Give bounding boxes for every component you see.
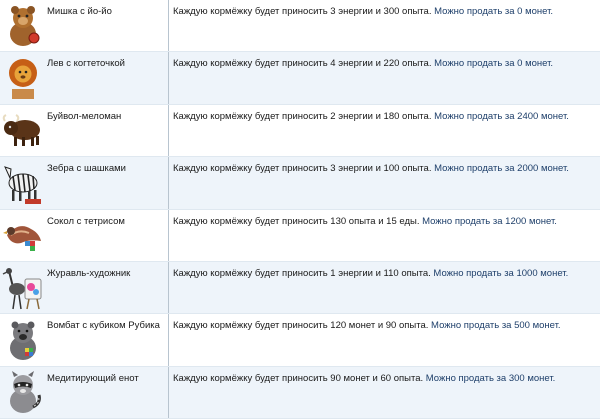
table-row: Сокол с тетрисом Каждую кормёжку будет п… [0,209,600,262]
animal-name: Мишка с йо-йо [45,0,169,52]
table-row: Лев с когтеточкой Каждую кормёжку будет … [0,52,600,105]
description-effect: Каждую кормёжку будет приносить 120 моне… [173,320,429,332]
animal-name: Вомбат с кубиком Рубика [45,314,169,366]
table-row: Вомбат с кубиком Рубика Каждую кормёжку … [0,314,600,367]
description-effect: Каждую кормёжку будет приносить 130 опыт… [173,215,420,227]
animal-name: Зебра с шашками [45,157,169,209]
bear-yoyo-icon [0,0,45,51]
animal-name: Буйвол-меломан [45,104,169,157]
animal-name: Сокол с тетрисом [45,209,169,261]
animal-name: Медитирующий енот [45,366,169,418]
description-price: Можно продать за 1200 монет. [419,215,557,227]
description-price: Можно продать за 0 монет. [431,58,554,70]
table-row: Мишка с йо-йо Каждую кормёжку будет прин… [0,0,600,53]
animal-description: Каждую кормёжку будет приносить 130 опыт… [169,210,600,261]
animal-description: Каждую кормёжку будет приносить 120 моне… [169,314,600,365]
table-row: Журавль-художник Каждую кормёжку будет п… [0,261,600,315]
animals-table: Мишка с йо-йо Каждую кормёжку будет прин… [0,0,600,419]
animal-description: Каждую кормёжку будет приносить 4 энерги… [169,52,600,103]
raccoon-icon [0,367,45,418]
description-price: Можно продать за 2400 монет. [431,110,569,122]
lion-scratcher-icon [0,52,45,103]
animal-description: Каждую кормёжку будет приносить 3 энерги… [169,0,600,51]
crane-artist-icon [0,262,45,313]
buffalo-icon [0,105,45,156]
description-effect: Каждую кормёжку будет приносить 4 энерги… [173,58,432,70]
animal-description: Каждую кормёжку будет приносить 90 монет… [169,367,600,418]
description-effect: Каждую кормёжку будет приносить 3 энерги… [173,6,432,17]
description-effect: Каждую кормёжку будет приносить 90 монет… [173,372,424,384]
table-row: Зебра с шашками Каждую кормёжку будет пр… [0,157,600,210]
description-price: Можно продать за 500 монет. [428,320,561,332]
falcon-icon [0,210,45,261]
description-effect: Каждую кормёжку будет приносить 1 энерги… [173,267,431,279]
description-effect: Каждую кормёжку будет приносить 3 энерги… [173,163,432,175]
wombat-icon [0,314,45,365]
zebra-icon [0,157,45,208]
animal-description: Каждую кормёжку будет приносить 3 энерги… [169,157,600,208]
animal-name: Лев с когтеточкой [45,52,169,104]
description-effect: Каждую кормёжку будет приносить 2 энерги… [173,110,432,122]
animal-description: Каждую кормёжку будет приносить 2 энерги… [169,105,600,156]
table-row: Буйвол-меломан Каждую кормёжку будет при… [0,104,600,158]
description-price: Можно продать за 300 монет. [423,372,556,384]
animal-name: Журавль-художник [45,261,169,314]
description-price: Можно продать за 1000 монет. [430,267,569,279]
table-row: Медитирующий енот Каждую кормёжку будет … [0,366,600,419]
animal-description: Каждую кормёжку будет приносить 1 энерги… [169,262,600,313]
description-price: Можно продать за 2000 монет. [431,163,569,175]
description-price: Можно продать за 0 монет. [431,6,554,17]
